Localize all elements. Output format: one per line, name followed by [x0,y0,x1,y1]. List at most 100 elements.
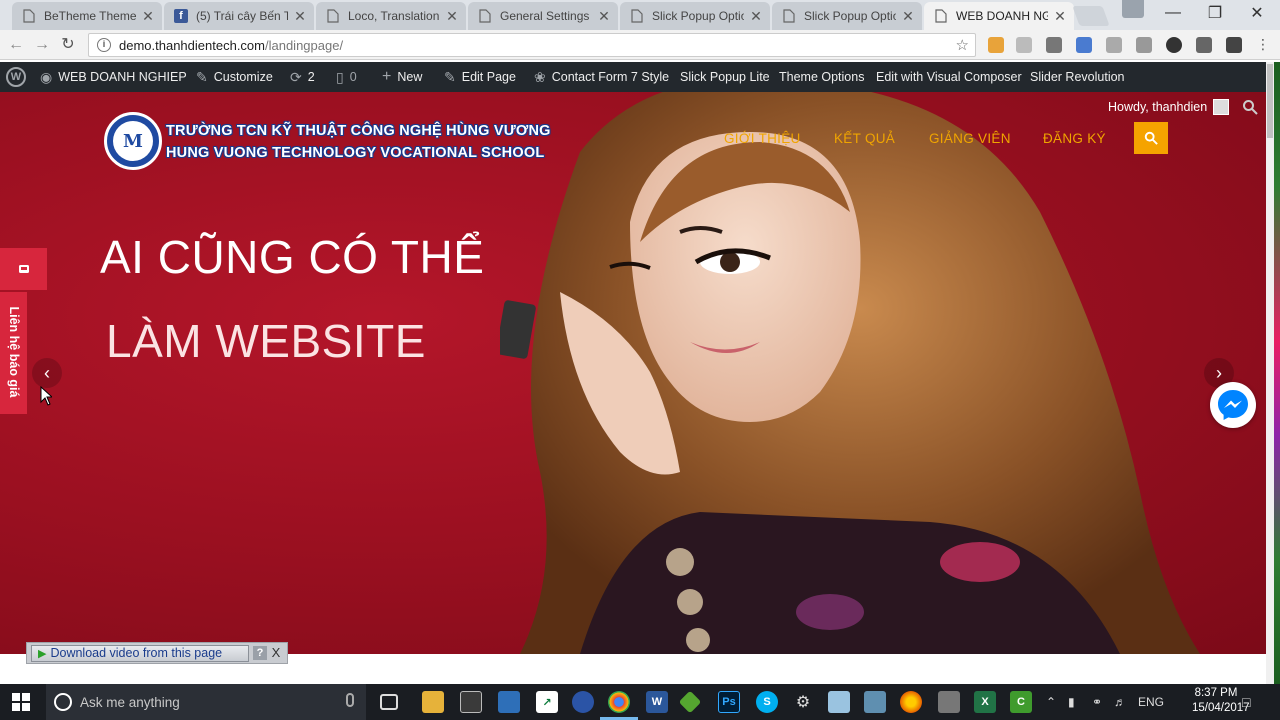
tab-close-icon[interactable]: ✕ [750,8,762,25]
browser-tab[interactable]: f (5) Trái cây Bến Tre ✕ [164,2,314,30]
browser-profile-icon[interactable] [1122,0,1144,18]
admin-edit-page-label: Edit Page [461,70,516,84]
admin-site-name[interactable]: ◉ WEB DOANH NGHIEP [40,62,187,92]
address-bar[interactable]: i demo.thanhdientech.com/landingpage/ ☆ [88,33,976,57]
app-icon[interactable] [678,690,702,714]
photoshop-icon[interactable]: Ps [718,691,740,713]
admin-search-icon[interactable] [1242,99,1258,115]
admin-comments[interactable]: ▯ 0 [336,62,357,92]
system-clock[interactable]: 8:37 PM 15/04/2017 [1192,686,1250,716]
browser-tab[interactable]: Slick Popup Optio ✕ [772,2,922,30]
tab-close-icon[interactable]: ✕ [142,8,154,25]
menu-item-ket-qua[interactable]: KẾT QUẢ [834,131,895,146]
app-icon[interactable]: C [1010,691,1032,713]
messenger-icon [1218,390,1248,420]
side-contact-tab[interactable]: Liên hệ báo giá [0,292,27,414]
tray-chevron-icon[interactable]: ⌃ [1046,684,1056,720]
browser-tab-active[interactable]: WEB DOANH NGH ✕ [924,2,1074,30]
extension-icon[interactable] [1136,37,1152,53]
excel-icon[interactable]: X [974,691,996,713]
admin-theme-options[interactable]: Theme Options [779,62,864,92]
forward-icon[interactable]: → [32,35,52,55]
wp-admin-bar: W ◉ WEB DOANH NGHIEP ✎ Customize ⟳ 2 ▯ 0… [0,62,1266,92]
extension-icon[interactable] [1106,37,1122,53]
wp-logo-button[interactable]: W [6,62,26,92]
extension-icon[interactable] [1226,37,1242,53]
tab-close-icon[interactable]: ✕ [902,8,914,25]
download-help-button[interactable]: ? [253,646,267,660]
maximize-icon[interactable]: ❐ [1194,0,1236,26]
browser-tab[interactable]: Slick Popup Optio ✕ [620,2,770,30]
extension-icon[interactable] [1076,37,1092,53]
window-close-icon[interactable]: ✕ [1236,0,1278,26]
admin-visual-composer[interactable]: Edit with Visual Composer [876,62,1022,92]
howdy-user[interactable]: Howdy, thanhdien [1108,99,1230,115]
messenger-chat-button[interactable] [1210,382,1256,428]
admin-contact-form-style[interactable]: ❀ Contact Form 7 Style [534,62,669,92]
file-explorer-icon[interactable] [422,691,444,713]
app-icon[interactable] [572,691,594,713]
volume-icon[interactable]: ♬ [1114,684,1126,720]
bookmark-star-icon[interactable]: ☆ [956,36,969,54]
reload-icon[interactable]: ↻ [58,35,78,55]
app-icon[interactable]: ↗ [536,691,558,713]
extension-icon[interactable] [988,37,1004,53]
page-scrollbar[interactable] [1266,62,1274,684]
app-icon[interactable] [498,691,520,713]
chrome-icon[interactable] [608,691,630,713]
school-logo[interactable]: M [104,112,162,170]
wordpress-icon: W [6,67,26,87]
admin-customize[interactable]: ✎ Customize [196,62,273,92]
notifications-icon[interactable]: □ [1242,684,1250,720]
tab-close-icon[interactable]: ✕ [598,8,610,25]
extension-icon[interactable] [1166,37,1182,53]
camera-icon[interactable] [938,691,960,713]
scrollbar-thumb[interactable] [1267,64,1273,138]
cortana-search-box[interactable]: Ask me anything [46,684,366,720]
app-icon[interactable] [864,691,886,713]
document-icon [782,9,796,23]
browser-tab[interactable]: Loco, Translation M ✕ [316,2,466,30]
browser-tab[interactable]: BeTheme Theme O ✕ [12,2,162,30]
back-icon[interactable]: ← [6,35,26,55]
menu-item-dang-ky[interactable]: ĐĂNG KÝ [1043,131,1106,146]
admin-updates[interactable]: ⟳ 2 [290,62,315,92]
battery-icon[interactable]: ▮ [1068,684,1075,720]
skype-icon[interactable]: S [756,691,778,713]
browser-tab[interactable]: General Settings ‹ ✕ [468,2,618,30]
site-search-button[interactable] [1134,122,1168,154]
extension-icon[interactable] [1046,37,1062,53]
app-icon[interactable] [828,691,850,713]
language-indicator[interactable]: ENG [1138,684,1164,720]
admin-edit-page[interactable]: ✎ Edit Page [444,62,516,92]
tab-close-icon[interactable]: ✕ [294,8,306,25]
side-phone-button[interactable] [0,248,47,290]
task-view-icon[interactable] [380,694,398,710]
menu-item-gioi-thieu[interactable]: GIỚI THIỆU [724,131,801,146]
firefox-icon[interactable] [900,691,922,713]
extension-icon[interactable] [1196,37,1212,53]
download-video-button[interactable]: ▶ Download video from this page [31,644,249,662]
twitter-bird-icon: ❀ [534,68,546,85]
admin-new[interactable]: + New [382,62,422,92]
admin-slider-revolution[interactable]: Slider Revolution [1030,62,1125,92]
extension-icon[interactable] [1016,37,1032,53]
school-name[interactable]: TRƯỜNG TCN KỸ THUẬT CÔNG NGHỆ HÙNG VƯƠNG… [166,120,551,164]
microphone-icon[interactable] [346,693,354,707]
menu-item-giang-vien[interactable]: GIẢNG VIÊN [929,131,1011,146]
settings-gear-icon[interactable]: ⚙ [792,691,814,713]
wifi-icon[interactable]: ⚭ [1092,684,1102,720]
pencil-icon: ✎ [444,68,456,85]
new-tab-button[interactable] [1072,6,1110,26]
minimize-icon[interactable]: — [1152,0,1194,26]
tab-close-icon[interactable]: ✕ [1054,8,1066,25]
windows-start-icon[interactable] [12,693,30,711]
word-icon[interactable]: W [646,691,668,713]
download-close-button[interactable]: X [269,646,283,660]
tab-close-icon[interactable]: ✕ [446,8,458,25]
admin-slick-popup[interactable]: Slick Popup Lite [680,62,770,92]
slider-prev-button[interactable]: ‹ [32,358,62,388]
site-info-icon[interactable]: i [97,38,111,52]
browser-menu-icon[interactable]: ⋮ [1256,37,1270,53]
store-icon[interactable] [460,691,482,713]
